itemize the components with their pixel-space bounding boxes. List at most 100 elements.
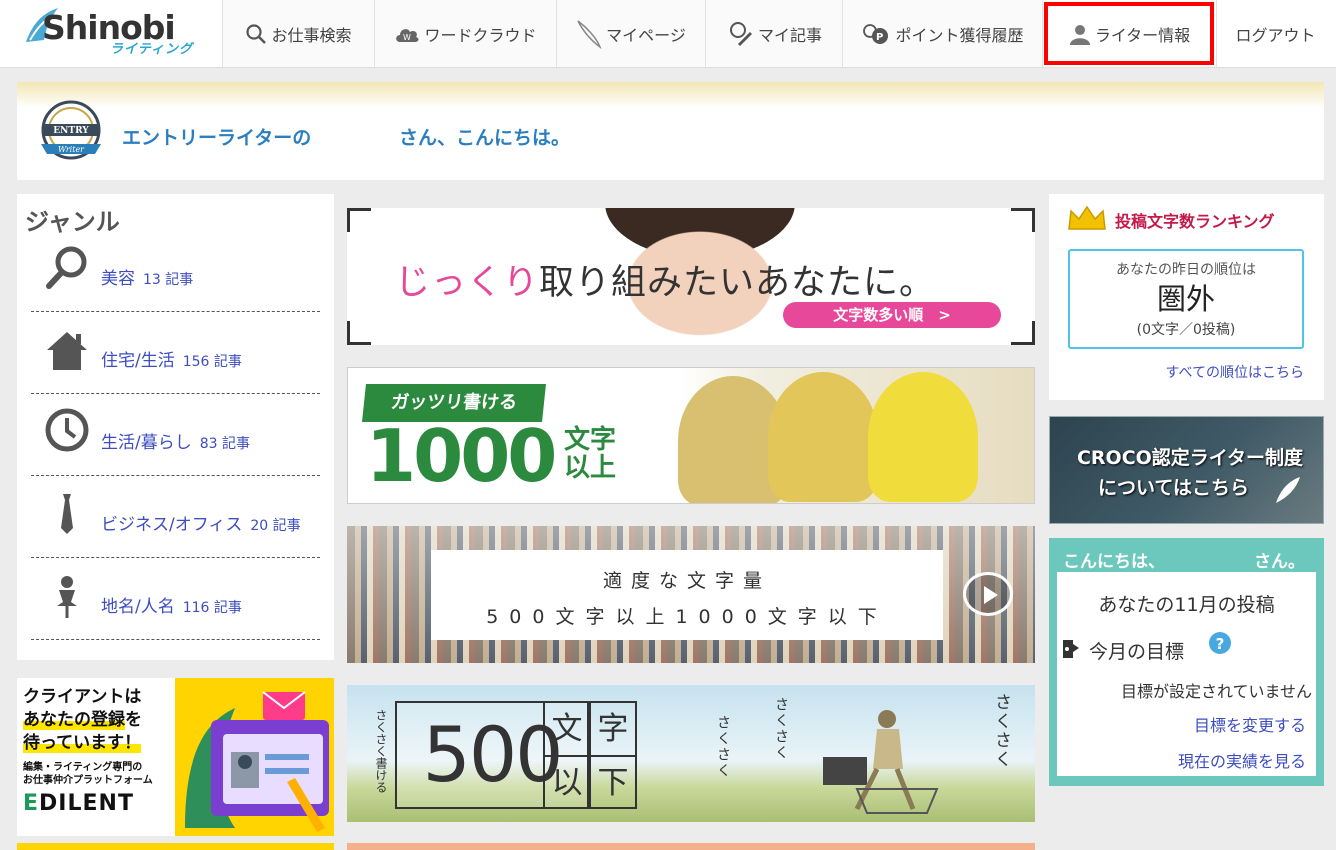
banner-500-1000-chars[interactable]: 適度な文字量 500文字以上1000文字以下	[347, 526, 1035, 663]
welcome-gold-strip	[17, 82, 1324, 108]
next-ad-strip[interactable]	[17, 843, 334, 850]
entry-writer-badge-icon: ENTRY Writer	[41, 100, 101, 160]
necktie-icon	[61, 494, 73, 534]
genre-count: 13 記事	[143, 272, 194, 288]
sort-most-characters-button[interactable]: 文字数多い順 >	[783, 302, 1001, 328]
genre-count: 20 記事	[250, 518, 301, 534]
genre-count: 156 記事	[182, 354, 242, 370]
change-goal-link[interactable]: 目標を変更する	[1194, 712, 1306, 736]
grid-cell: 文	[543, 703, 589, 757]
crown-icon	[1068, 205, 1106, 230]
genre-item-housing[interactable]: 住宅/生活 156 記事	[31, 312, 320, 394]
nav-label: マイ記事	[757, 25, 822, 45]
genre-panel: ジャンル 美容 13 記事 住宅/生活 156 記事 生活/暮らし 83 記事 ビジネ…	[17, 194, 334, 660]
shinobi-logo[interactable]: Shinobi ライティング	[18, 2, 218, 64]
nav-writer-info[interactable]: ライター情報	[1042, 0, 1216, 67]
user-summary-content: あなたの11月の投稿 今月の目標 ? 目標が設定されていません 目標を変更する …	[1057, 572, 1316, 776]
badge-top-text: ENTRY	[53, 126, 89, 136]
pin-icon	[57, 576, 77, 618]
grid-cell: 字	[589, 703, 635, 757]
genre-label: 地名/人名 116 記事	[101, 592, 242, 617]
current-results-link[interactable]: 現在の実績を見る	[1178, 748, 1306, 772]
edilent-subline: 編集・ライティング専門の お仕事仲介プラットフォーム	[23, 761, 169, 787]
welcome-panel: ENTRY Writer エントリーライターの さん、こんにちは。	[17, 82, 1324, 180]
ranking-label: あなたの昨日の順位は	[1116, 262, 1256, 278]
banner-text-panel: 適度な文字量 500文字以上1000文字以下	[431, 550, 943, 640]
ranking-panel: 投稿文字数ランキング あなたの昨日の順位は 圏外 (0文字／0投稿) すべての順…	[1049, 194, 1324, 400]
points-icon: P	[863, 23, 889, 44]
badge-bottom-text: Writer	[58, 145, 85, 154]
help-icon[interactable]: ?	[1207, 630, 1233, 656]
genre-item-business[interactable]: ビジネス/オフィス 20 記事	[31, 476, 320, 558]
house-icon	[47, 332, 87, 370]
genre-label: 住宅/生活 156 記事	[101, 346, 242, 371]
profile-card-illustration-icon	[185, 691, 329, 832]
ranking-box: あなたの昨日の順位は 圏外 (0文字／0投稿)	[1068, 249, 1304, 349]
greeting-suffix: さん、こんにちは。	[399, 127, 571, 149]
banner-line-1: 適度な文字量	[602, 570, 771, 592]
no-goal-message: 目標が設定されていません	[1120, 682, 1312, 701]
nav-my-page[interactable]: マイページ	[556, 0, 705, 67]
nav-logout[interactable]: ログアウト	[1216, 0, 1334, 67]
corner-mark	[347, 208, 371, 232]
monthly-goal-label: 今月の目標	[1089, 641, 1185, 663]
banner-saku-text: さくさく	[715, 715, 731, 779]
genre-name: 地名/人名	[101, 597, 175, 617]
banner-small-text: 文字以上	[564, 425, 617, 483]
quill-icon	[577, 19, 602, 49]
banner-headline-rest: 取り組みたいあなたに。	[539, 263, 936, 303]
hello-greeting: こんにちは、	[1063, 552, 1165, 572]
edilent-illustration	[175, 678, 334, 836]
person-at-laptop-illustration-icon	[823, 710, 939, 814]
genre-name: 美容	[101, 269, 135, 289]
ranking-detail: (0文字／0投稿)	[1136, 322, 1236, 338]
banner-headline: じっくり取り組みたいあなたに。	[395, 254, 935, 305]
nav-word-cloud[interactable]: W ワードクラウド	[374, 0, 556, 67]
genre-item-lifestyle[interactable]: 生活/暮らし 83 記事	[31, 394, 320, 476]
edilent-ad-banner[interactable]: クライアントは あなたの登録を 待っています！ 編集・ライティング専門の お仕事…	[17, 678, 334, 836]
goal-flag-icon	[1063, 640, 1079, 658]
next-banner-strip[interactable]	[347, 843, 1035, 850]
genre-count: 116 記事	[182, 600, 242, 616]
nav-label: ワードクラウド	[424, 25, 537, 45]
croco-line-1: CROCO認定ライター制度	[1076, 447, 1304, 469]
main-nav: お仕事検索 W ワードクラウド マイページ マイ記事 P ポイント獲得履歴 ライ…	[222, 0, 1334, 67]
play-icon[interactable]	[963, 572, 1013, 616]
nav-label: マイページ	[606, 25, 686, 45]
nav-job-search[interactable]: お仕事検索	[222, 0, 374, 67]
logo-subtext: ライティング	[110, 42, 193, 57]
croco-certified-writer-banner[interactable]: CROCO認定ライター制度 についてはこちら	[1049, 416, 1324, 524]
nav-label: ライター情報	[1094, 25, 1191, 45]
genre-count: 83 記事	[199, 436, 250, 452]
grid-cell: 下	[589, 757, 635, 809]
banner-long-articles[interactable]: じっくり取り組みたいあなたに。 文字数多い順 >	[347, 208, 1035, 345]
banner-under-500-chars[interactable]: さくさく書ける 500 文 字 以 下 さくさく さくさく さくさく	[347, 685, 1035, 822]
banner-grid: 文 字 以 下	[543, 701, 637, 809]
ranking-value: 圏外	[1156, 282, 1215, 316]
svg-text:W: W	[403, 33, 411, 42]
nav-my-articles[interactable]: マイ記事	[705, 0, 842, 67]
corner-mark	[347, 321, 371, 345]
banner-side-text: さくさく書ける	[374, 709, 388, 793]
banner-line-2: 500文字以上1000文字以下	[486, 606, 888, 628]
corner-mark	[1011, 321, 1035, 345]
banner-person-photo	[868, 372, 978, 502]
edilent-brand-name: DILENT	[39, 791, 134, 816]
feather-icon	[1276, 477, 1300, 503]
cloud-icon: W	[396, 28, 420, 42]
ranking-title: 投稿文字数ランキング	[1115, 212, 1275, 231]
genre-item-places-names[interactable]: 地名/人名 116 記事	[31, 558, 320, 640]
edilent-subline-2: お仕事仲介プラットフォーム	[23, 775, 153, 786]
genre-item-beauty[interactable]: 美容 13 記事	[31, 230, 320, 312]
magnifier-icon	[46, 246, 87, 289]
edilent-headline-1: クライアントは	[23, 687, 142, 707]
edilent-headline-3: を	[125, 710, 142, 730]
banner-1000-chars[interactable]: ガッツリ書ける 1000 文字以上	[347, 367, 1035, 504]
nav-points-history[interactable]: P ポイント獲得履歴	[842, 0, 1042, 67]
banner-big-number: 1000	[366, 414, 557, 498]
greeting-prefix: エントリーライターの	[122, 127, 312, 149]
all-rankings-link[interactable]: すべての順位はこちら	[1166, 362, 1304, 382]
edilent-subline-1: 編集・ライティング専門の	[23, 762, 143, 773]
grid-cell: 以	[543, 757, 589, 809]
croco-line-2: についてはこちら	[1098, 477, 1250, 499]
